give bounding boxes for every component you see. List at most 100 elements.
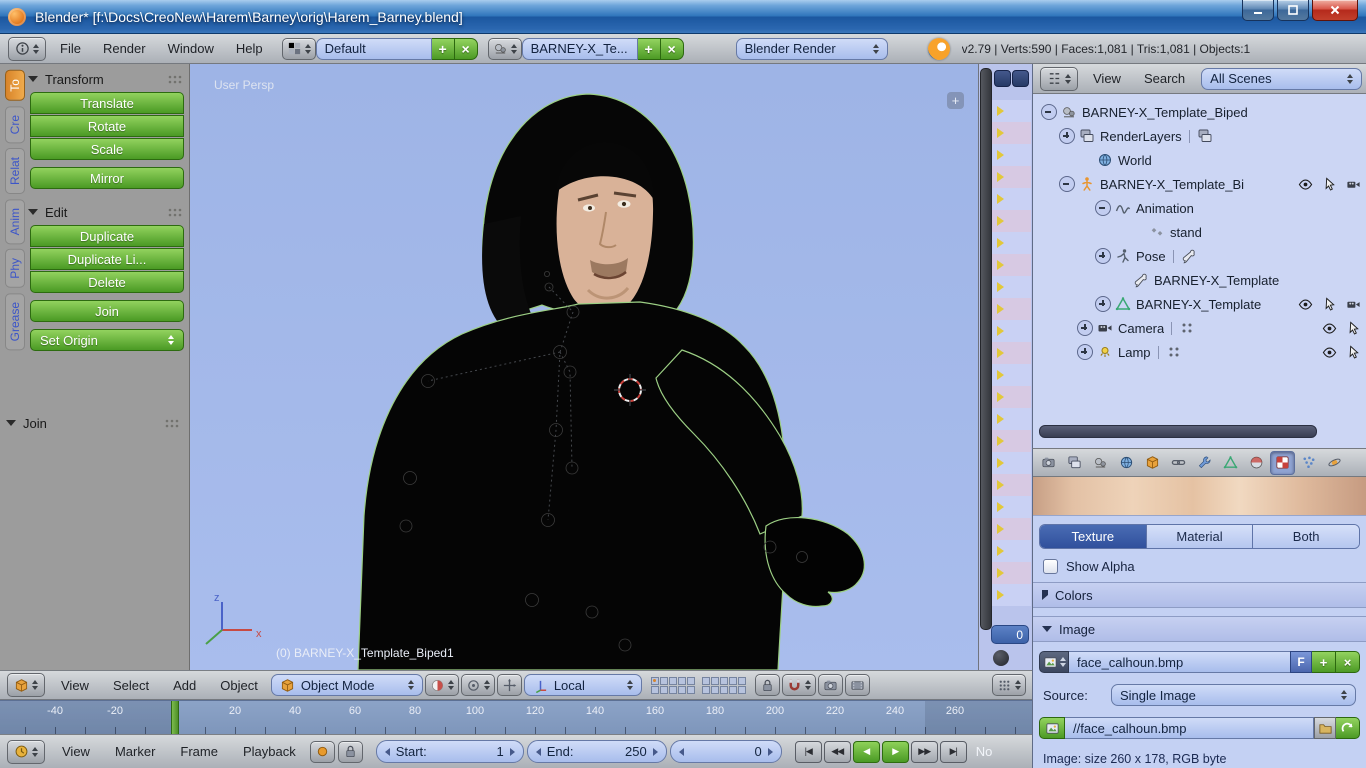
strip-current-frame-field[interactable]: 0 — [991, 625, 1029, 644]
duplicate-button[interactable]: Duplicate — [30, 225, 184, 247]
view3d-menu-view[interactable]: View — [50, 678, 100, 693]
mode-dropdown[interactable]: Object Mode — [271, 674, 423, 696]
channel-expand-icon[interactable] — [992, 342, 1031, 364]
outliner-item-armature-object[interactable]: BARNEY-X_Template_Bi — [1033, 172, 1366, 196]
view3d-menu-select[interactable]: Select — [102, 678, 160, 693]
channel-expand-icon[interactable] — [992, 298, 1031, 320]
tab-modifiers[interactable] — [1192, 451, 1217, 475]
channel-expand-icon[interactable] — [992, 408, 1031, 430]
collapse-icon[interactable] — [1059, 176, 1075, 192]
outliner-item-animation[interactable]: Animation — [1033, 196, 1366, 220]
channel-expand-icon[interactable] — [992, 584, 1031, 606]
manipulator-toggle-button[interactable] — [497, 674, 522, 696]
tab-physics[interactable] — [1322, 451, 1347, 475]
tab-create[interactable]: Cre — [5, 106, 25, 143]
outliner-item-camera[interactable]: Camera — [1033, 316, 1366, 340]
jump-to-end-button[interactable]: ▶| — [940, 741, 967, 763]
current-frame-field[interactable]: 0 — [670, 740, 782, 763]
timeline-menu-view[interactable]: View — [51, 744, 101, 759]
outliner-menu-view[interactable]: View — [1082, 71, 1132, 86]
layer-group-1[interactable] — [651, 677, 695, 694]
tab-texture[interactable] — [1270, 451, 1295, 475]
frame-start-field[interactable]: Start: 1 — [376, 740, 524, 763]
panel-drag-dots-icon[interactable] — [168, 207, 182, 217]
opengl-render-button[interactable] — [818, 674, 843, 696]
manipulator-widget-dropdown[interactable] — [992, 674, 1026, 696]
minimize-button[interactable] — [1242, 0, 1274, 21]
window-titlebar[interactable]: Blender* [f:\Docs\CreoNew\Harem\Barney\o… — [0, 0, 1366, 34]
increment-arrow-icon[interactable] — [653, 748, 658, 756]
lock-to-scene-button[interactable] — [755, 674, 780, 696]
sync-dropdown[interactable]: No — [976, 744, 993, 759]
editor-type-button-view3d[interactable] — [7, 673, 45, 697]
open-properties-region-button[interactable]: + — [947, 92, 964, 109]
menu-file[interactable]: File — [49, 41, 92, 56]
collapse-icon[interactable] — [1041, 104, 1057, 120]
rotate-button[interactable]: Rotate — [30, 115, 184, 137]
tab-particles[interactable] — [1296, 451, 1321, 475]
outliner-item-action[interactable]: stand — [1033, 220, 1366, 244]
set-origin-button[interactable]: Set Origin — [30, 329, 184, 351]
play-button[interactable]: ▶ — [882, 741, 909, 763]
tab-scene[interactable] — [1088, 451, 1113, 475]
reload-image-button[interactable] — [1336, 717, 1360, 739]
expand-icon[interactable] — [1077, 320, 1093, 336]
tab-world[interactable] — [1114, 451, 1139, 475]
fake-user-button[interactable]: F — [1290, 651, 1312, 673]
panel-drag-dots-icon[interactable] — [168, 74, 182, 84]
visibility-eye-icon[interactable] — [1322, 345, 1337, 360]
jump-to-start-button[interactable]: |◀ — [795, 741, 822, 763]
tab-relations[interactable]: Relat — [5, 148, 25, 194]
screen-layout-add-button[interactable]: + — [432, 38, 455, 60]
channel-expand-icon[interactable] — [992, 474, 1031, 496]
channel-expand-icon[interactable] — [992, 518, 1031, 540]
outliner-filter-dropdown[interactable]: All Scenes — [1201, 68, 1362, 90]
strip-corner-widget[interactable] — [993, 650, 1009, 666]
snap-dropdown[interactable] — [782, 674, 816, 696]
channel-expand-icon[interactable] — [992, 320, 1031, 342]
lock-button[interactable] — [338, 741, 363, 763]
selectability-cursor-icon[interactable] — [1322, 297, 1337, 312]
decrement-arrow-icon[interactable] — [385, 748, 390, 756]
render-engine-dropdown[interactable]: Blender Render — [736, 38, 888, 60]
scale-button[interactable]: Scale — [30, 138, 184, 160]
panel-drag-dots-icon[interactable] — [165, 418, 179, 428]
channel-expand-icon[interactable] — [992, 100, 1031, 122]
viewport-shading-dropdown[interactable] — [425, 674, 459, 696]
outliner-item-scene[interactable]: BARNEY-X_Template_Biped — [1033, 100, 1366, 124]
channel-expand-icon[interactable] — [992, 122, 1031, 144]
scene-add-button[interactable]: + — [638, 38, 661, 60]
menu-window[interactable]: Window — [157, 41, 225, 56]
outliner-item-world[interactable]: World — [1033, 148, 1366, 172]
pivot-point-dropdown[interactable] — [461, 674, 495, 696]
tab-animation[interactable]: Anim — [5, 199, 25, 244]
channel-expand-icon[interactable] — [992, 144, 1031, 166]
channel-expand-icon[interactable] — [992, 188, 1031, 210]
colors-section-header[interactable]: Colors — [1033, 582, 1366, 608]
transform-orientation-dropdown[interactable]: Local — [524, 674, 642, 696]
tab-physics[interactable]: Phy — [5, 249, 25, 288]
screen-layout-field[interactable]: Default — [316, 38, 432, 60]
join-button[interactable]: Join — [30, 300, 184, 322]
increment-arrow-icon[interactable] — [768, 748, 773, 756]
image-name-field[interactable]: face_calhoun.bmp — [1069, 651, 1290, 673]
expand-icon[interactable] — [1095, 296, 1111, 312]
decrement-arrow-icon[interactable] — [679, 748, 684, 756]
close-button[interactable] — [1312, 0, 1358, 21]
scene-delete-button[interactable]: × — [661, 38, 684, 60]
visibility-eye-icon[interactable] — [1298, 297, 1313, 312]
screen-layout-browse-button[interactable] — [282, 38, 316, 60]
outliner-item-pose[interactable]: Pose — [1033, 244, 1366, 268]
dope-sheet-strip[interactable]: 0 — [978, 64, 1032, 670]
expand-icon[interactable] — [1077, 344, 1093, 360]
tab-grease-pencil[interactable]: Grease — [5, 293, 25, 350]
frame-end-field[interactable]: End: 250 — [527, 740, 667, 763]
decrement-arrow-icon[interactable] — [536, 748, 541, 756]
menu-help[interactable]: Help — [225, 41, 274, 56]
view3d-menu-add[interactable]: Add — [162, 678, 207, 693]
filepath-field[interactable]: //face_calhoun.bmp — [1065, 717, 1314, 739]
preview-both-button[interactable]: Both — [1252, 525, 1359, 548]
outliner-item-mesh-object[interactable]: BARNEY-X_Template — [1033, 292, 1366, 316]
timeline-menu-frame[interactable]: Frame — [169, 744, 229, 759]
duplicate-linked-button[interactable]: Duplicate Li... — [30, 248, 184, 270]
